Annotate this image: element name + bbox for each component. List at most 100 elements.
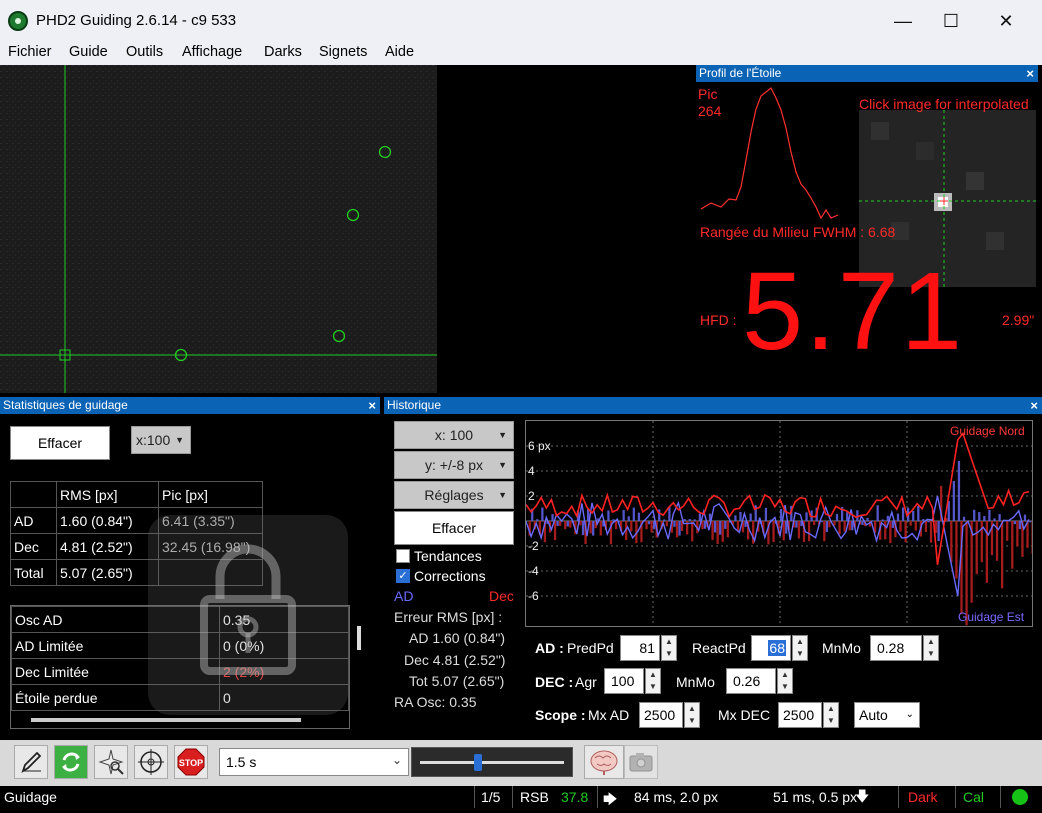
stats-close-button[interactable]: × — [368, 397, 376, 414]
predpd-input[interactable]: 81 — [620, 635, 660, 661]
ra-correction-bar — [988, 510, 990, 521]
gamma-slider[interactable] — [411, 747, 573, 777]
exposure-value: 1.5 s — [226, 754, 256, 770]
table-header — [11, 482, 57, 508]
loop-exposure-button[interactable] — [54, 745, 88, 779]
dec-correction-bar — [1001, 521, 1003, 588]
mnmo-input[interactable]: 0.28 — [870, 635, 922, 661]
slider-thumb[interactable] — [474, 754, 482, 771]
predpd-label: PredPd — [567, 640, 614, 656]
history-x-select[interactable]: x: 100▼ — [394, 421, 514, 449]
dec-pulse-arrow-icon: 🡇 — [855, 786, 869, 810]
stats-header: Statistiques de guidage × — [0, 397, 380, 414]
table-cell: 4.81 (2.52") — [57, 534, 159, 560]
ra-correction-bar — [805, 512, 807, 521]
dec-correction-bar — [976, 521, 978, 574]
mxdec-input[interactable]: 2500 — [778, 702, 822, 728]
dec-correction-bar — [564, 521, 566, 529]
menu-affichage[interactable]: Affichage — [182, 44, 242, 60]
maximize-button[interactable]: ☐ — [928, 6, 974, 36]
dec-correction-bar — [691, 521, 693, 541]
dec-mnmo-input[interactable]: 0.26 — [726, 668, 776, 694]
mnmo-spinner[interactable]: ▲▼ — [923, 635, 939, 661]
brain-button[interactable] — [584, 745, 624, 779]
dec-correction-bar — [904, 521, 906, 542]
minimize-button[interactable]: — — [880, 6, 926, 36]
ra-correction-bar — [633, 508, 635, 521]
reactpd-spinner[interactable]: ▲▼ — [792, 635, 808, 661]
dec-mnmo-spinner[interactable]: ▲▼ — [777, 668, 793, 694]
dec-correction-bar — [711, 521, 713, 540]
history-graph[interactable]: 6 px42-2-4-6 Guidage Nord Guidage Est — [525, 420, 1033, 627]
exposure-select[interactable]: 1.5 s ⌄ — [219, 748, 409, 776]
ra-correction-bar — [556, 521, 558, 526]
scope-label: Scope : — [535, 707, 586, 723]
dec-pulse: 51 ms, 0.5 px — [773, 789, 857, 805]
dec-correction-bar — [1026, 521, 1028, 548]
history-settings-select[interactable]: Réglages▼ — [394, 481, 514, 509]
stats-clear-button[interactable]: Effacer — [10, 426, 110, 460]
menu-aide[interactable]: Aide — [385, 44, 414, 60]
history-close-button[interactable]: × — [1030, 397, 1038, 414]
menu-guide[interactable]: Guide — [69, 44, 108, 60]
profile-close-button[interactable]: × — [1026, 65, 1034, 82]
mxad-input[interactable]: 2500 — [639, 702, 683, 728]
table-header: Pic [px] — [159, 482, 263, 508]
table-cell: AD — [11, 508, 57, 534]
y-tick-label: 6 px — [528, 439, 551, 453]
scope-mode-select[interactable]: Auto⌄ — [854, 702, 920, 728]
agr-spinner[interactable]: ▲▼ — [645, 668, 661, 694]
dec-correction-bar — [798, 521, 800, 539]
ra-correction-bar — [826, 521, 828, 532]
predpd-spinner[interactable]: ▲▼ — [661, 635, 677, 661]
table-cell: Dec — [11, 534, 57, 560]
history-clear-button[interactable]: Effacer — [394, 511, 514, 545]
ra-correction-bar — [1019, 521, 1021, 529]
loop-icon — [55, 746, 87, 778]
corrections-checkbox[interactable]: ✓ — [396, 569, 410, 583]
reactpd-label: ReactPd — [692, 640, 746, 656]
camera-settings-button[interactable] — [624, 745, 658, 779]
trends-checkbox[interactable] — [396, 549, 410, 563]
hfd-label: HFD : — [700, 312, 737, 328]
menu-darks[interactable]: Darks — [264, 44, 302, 60]
vertical-scrollbar[interactable] — [357, 626, 361, 650]
stop-button[interactable]: STOP — [174, 745, 208, 779]
loop-pencil-button[interactable] — [14, 745, 48, 779]
snr-value: 37.8 — [561, 789, 588, 805]
table-cell: 5.07 (2.65") — [57, 560, 159, 586]
ra-correction-bar — [877, 505, 879, 521]
close-window-button[interactable]: ✕ — [983, 6, 1029, 36]
chevron-down-icon: ▼ — [498, 422, 507, 448]
ra-correction-bar — [623, 510, 625, 521]
menu-signets[interactable]: Signets — [319, 44, 367, 60]
guide-button[interactable] — [134, 745, 168, 779]
ra-correction-bar — [678, 521, 680, 536]
chevron-down-icon: ⌄ — [906, 703, 914, 727]
ra-correction-bar — [592, 521, 594, 536]
camera-view[interactable] — [0, 65, 692, 393]
auto-select-star-button[interactable] — [94, 745, 128, 779]
menu-fichier[interactable]: Fichier — [8, 44, 52, 60]
camera-frame[interactable] — [0, 65, 692, 393]
reactpd-input[interactable]: 68 — [751, 635, 791, 661]
ra-algo-label: AD : — [535, 640, 564, 656]
corrections-label: Corrections — [414, 568, 486, 584]
dec-correction-bar — [650, 521, 652, 533]
table-header: RMS [px] — [57, 482, 159, 508]
star-select-icon — [95, 746, 127, 778]
menu-outils[interactable]: Outils — [126, 44, 163, 60]
ra-correction-bar — [927, 521, 929, 522]
stats-scale-value: x:100 — [136, 432, 170, 448]
agr-input[interactable]: 100 — [604, 668, 644, 694]
horizontal-scrollbar[interactable] — [31, 718, 301, 722]
lock-overlay-icon — [148, 515, 348, 715]
mxad-spinner[interactable]: ▲▼ — [684, 702, 700, 728]
history-y-select[interactable]: y: +/-8 px▼ — [394, 451, 514, 479]
stats-scale-select[interactable]: x:100▼ — [131, 426, 191, 454]
chevron-down-icon: ⌄ — [392, 753, 402, 767]
rms-ra: AD 1.60 (0.84") — [409, 630, 505, 646]
mxdec-spinner[interactable]: ▲▼ — [823, 702, 839, 728]
ra-legend: AD — [394, 588, 413, 604]
y-tick-label: -4 — [528, 564, 539, 578]
